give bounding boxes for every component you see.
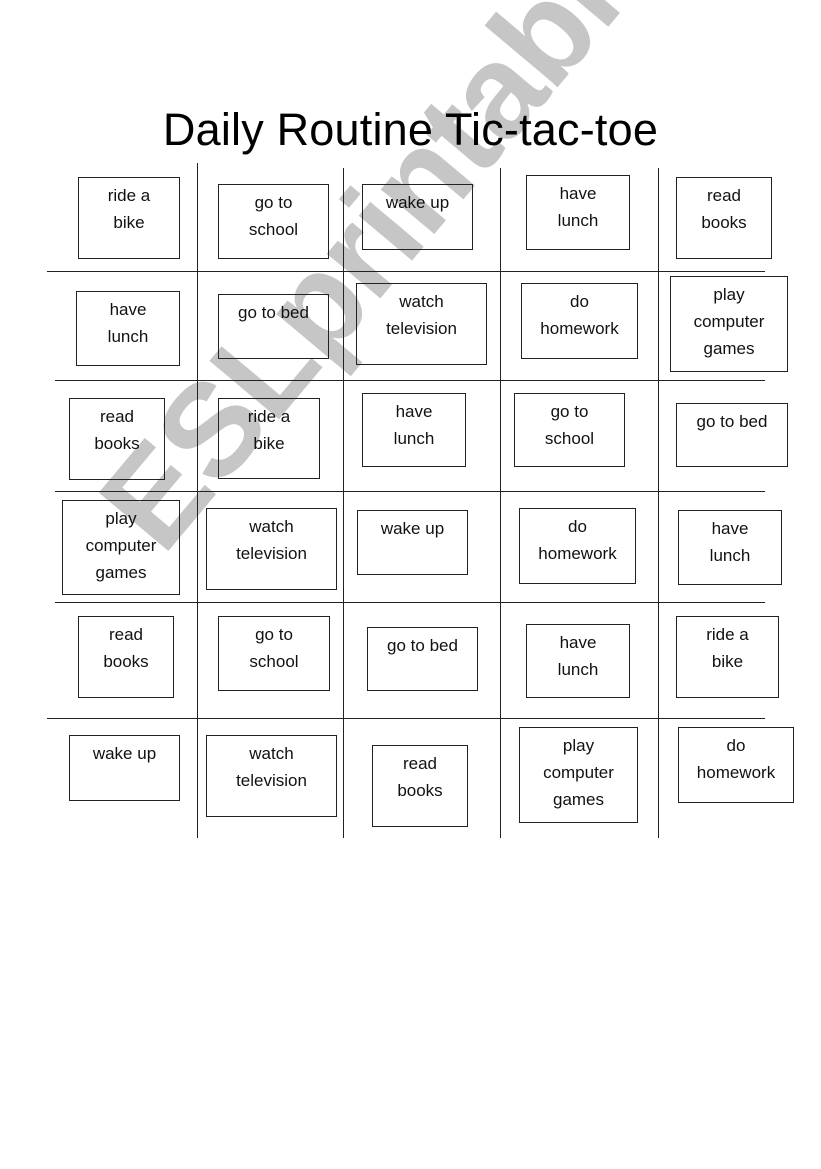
card-text-line: homework <box>696 763 776 782</box>
card-text-line: go to <box>550 402 589 421</box>
card-text-line: go to bed <box>238 303 309 322</box>
grid-line <box>197 163 198 838</box>
card-text-line: ride a <box>706 625 749 644</box>
card-text-line: watch <box>399 292 444 311</box>
routine-card[interactable]: play computer games <box>670 276 788 372</box>
card-text-line: books <box>701 213 747 232</box>
grid-line <box>47 718 765 719</box>
card-text-line: bike <box>113 213 145 232</box>
grid-line <box>55 602 765 603</box>
card-text-line: go to bed <box>387 636 458 655</box>
card-text-line: go to bed <box>696 412 768 431</box>
routine-card[interactable]: go to school <box>514 393 625 467</box>
card-text-line: watch <box>249 517 294 536</box>
card-text-line: watch <box>249 744 294 763</box>
card-text-line: television <box>386 319 457 338</box>
card-text-line: bike <box>253 434 285 453</box>
card-text-line: computer <box>693 312 765 331</box>
card-text-line: wake up <box>385 193 450 212</box>
routine-card[interactable]: read books <box>676 177 772 259</box>
grid-line <box>55 380 765 381</box>
card-text-line: read <box>706 186 742 205</box>
card-text-line: computer <box>543 763 614 782</box>
card-text-line: lunch <box>557 660 599 679</box>
card-text-line: television <box>236 771 307 790</box>
card-text-line: books <box>103 652 149 671</box>
card-text-line: games <box>552 790 605 809</box>
card-text-line: do <box>726 736 746 755</box>
grid-line <box>55 491 765 492</box>
card-text-line: homework <box>538 544 617 563</box>
routine-card[interactable]: go to bed <box>218 294 329 359</box>
card-text-line: have <box>711 519 749 538</box>
card-text-line: games <box>95 563 147 582</box>
routine-card[interactable]: ride a bike <box>218 398 320 479</box>
card-text-line: television <box>236 544 307 563</box>
card-text-line: books <box>94 434 140 453</box>
card-text-line: do <box>568 517 587 536</box>
card-text-line: go to <box>255 625 293 644</box>
routine-card[interactable]: play computer games <box>62 500 180 595</box>
worksheet: Daily Routine Tic-tac-toe ride a bike go … <box>0 0 821 1169</box>
card-text-line: have <box>559 633 597 652</box>
card-text-line: have <box>109 300 147 319</box>
card-text-line: wake up <box>92 744 157 763</box>
routine-card[interactable]: have lunch <box>76 291 180 366</box>
routine-card[interactable]: do homework <box>678 727 794 803</box>
routine-card[interactable]: go to school <box>218 184 329 259</box>
routine-card[interactable]: wake up <box>362 184 473 250</box>
grid-line <box>47 271 765 272</box>
routine-card[interactable]: have lunch <box>526 624 630 698</box>
card-text-line: play <box>713 285 745 304</box>
grid-line <box>500 168 501 838</box>
card-text-line: bike <box>711 652 744 671</box>
routine-card[interactable]: go to bed <box>676 403 788 467</box>
routine-card[interactable]: ride a bike <box>676 616 779 698</box>
routine-card[interactable]: do homework <box>521 283 638 359</box>
grid-line <box>658 168 659 838</box>
routine-card[interactable]: have lunch <box>362 393 466 467</box>
card-text-line: games <box>703 339 755 358</box>
routine-card[interactable]: play computer games <box>519 727 638 823</box>
card-text-line: lunch <box>107 327 149 346</box>
page-title: Daily Routine Tic-tac-toe <box>162 104 659 155</box>
card-text-line: read <box>402 754 438 773</box>
card-text-line: school <box>248 220 299 239</box>
card-text-line: books <box>397 781 443 800</box>
card-text-line: school <box>544 429 595 448</box>
routine-card[interactable]: read books <box>78 616 174 698</box>
card-text-line: do <box>570 292 589 311</box>
routine-card[interactable]: watch television <box>206 508 337 590</box>
card-text-line: read <box>108 625 144 644</box>
card-text-line: play <box>105 509 137 528</box>
routine-card[interactable]: ride a bike <box>78 177 180 259</box>
routine-card[interactable]: have lunch <box>678 510 782 585</box>
routine-card[interactable]: wake up <box>69 735 180 801</box>
card-text-line: lunch <box>709 546 751 565</box>
card-text-line: computer <box>85 536 157 555</box>
card-text-line: lunch <box>393 429 435 448</box>
routine-card[interactable]: have lunch <box>526 175 630 250</box>
card-text-line: read <box>99 407 135 426</box>
routine-card[interactable]: go to bed <box>367 627 478 691</box>
card-text-line: play <box>562 736 595 755</box>
routine-card[interactable]: do homework <box>519 508 636 584</box>
card-text-line: have <box>395 402 433 421</box>
routine-card[interactable]: watch television <box>206 735 337 817</box>
card-text-line: ride a <box>247 407 291 426</box>
routine-card[interactable]: read books <box>69 398 165 480</box>
routine-card[interactable]: watch television <box>356 283 487 365</box>
routine-card[interactable]: wake up <box>357 510 468 575</box>
routine-card[interactable]: go to school <box>218 616 330 691</box>
card-text-line: have <box>559 184 597 203</box>
card-text-line: school <box>249 652 299 671</box>
grid-line <box>343 168 344 838</box>
routine-card[interactable]: read books <box>372 745 468 827</box>
card-text-line: lunch <box>557 211 599 230</box>
card-text-line: ride a <box>107 186 151 205</box>
card-text-line: homework <box>540 319 619 338</box>
card-text-line: wake up <box>380 519 445 538</box>
card-text-line: go to <box>254 193 293 212</box>
